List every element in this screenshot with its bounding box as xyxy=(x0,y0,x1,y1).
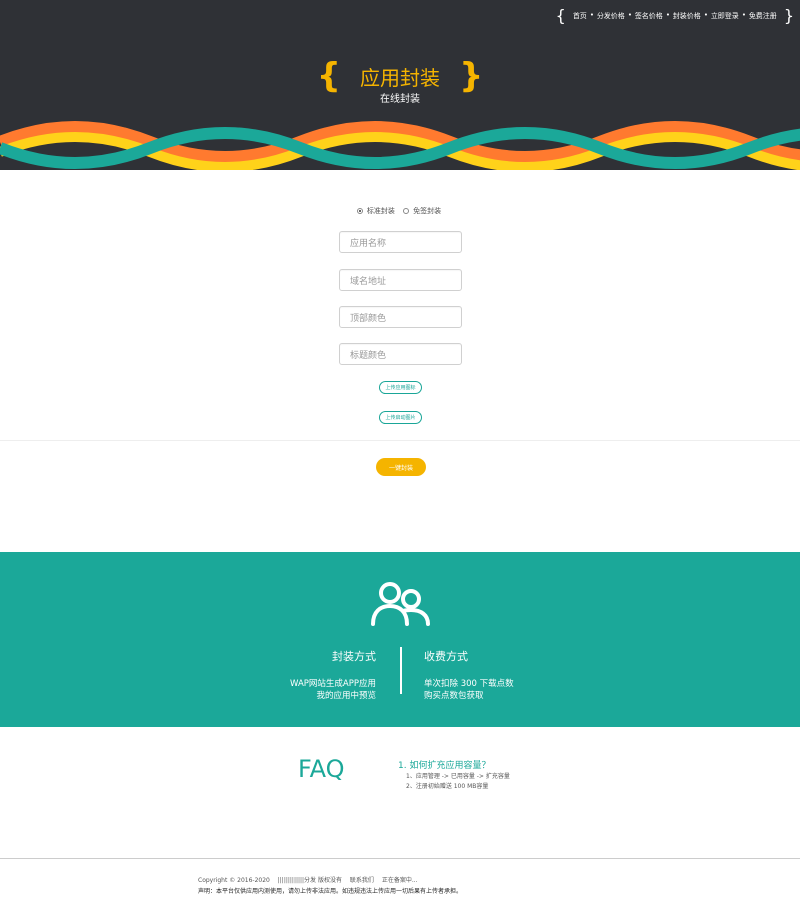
packaging-method-line: 我的应用中预览 xyxy=(316,691,376,701)
radio-checked-icon xyxy=(356,208,363,214)
radio-standard-label: 标准封装 xyxy=(366,207,395,215)
packaging-method-line: WAP网站生成APP应用 xyxy=(290,679,376,689)
page-title: 应用封装 xyxy=(360,65,440,90)
feature-divider xyxy=(400,647,402,694)
users-icon xyxy=(371,582,430,626)
nav-brace-right: } xyxy=(783,6,794,25)
faq-answer-line: 1、应用管理 -> 已用容量 -> 扩充容量 xyxy=(406,773,510,780)
top-nav: { 首页 分发价格 签名价格 封装价格 立即登录 免费注册 } xyxy=(556,8,794,24)
footer-divider xyxy=(0,858,800,859)
radio-no-sign[interactable]: 免签封装 xyxy=(403,206,443,216)
wave-ribbon-decoration xyxy=(0,121,800,170)
packaging-method-column: 封装方式 WAP网站生成APP应用 我的应用中预览 xyxy=(290,648,376,702)
nav-packaging-price[interactable]: 封装价格 xyxy=(666,11,704,21)
page: { 首页 分发价格 签名价格 封装价格 立即登录 免费注册 } { 应用封装 }… xyxy=(0,0,800,914)
billing-method-title: 收费方式 xyxy=(424,650,468,663)
billing-method-line: 单次扣除 300 下载点数 xyxy=(424,679,514,689)
nav-brace-left: { xyxy=(555,6,566,25)
icp-text: 正在备案中... xyxy=(381,877,418,884)
package-type-radio-group: 标准封装 免签封装 xyxy=(0,206,800,216)
page-subtitle: 在线封装 xyxy=(380,94,420,105)
nav-home[interactable]: 首页 xyxy=(570,11,590,21)
form-divider xyxy=(0,440,800,441)
brand-text: |||||||||||||分发 版权没有 xyxy=(277,877,342,884)
billing-method-column: 收费方式 单次扣除 300 下载点数 购买点数包获取 xyxy=(424,648,514,702)
upload-app-icon-button[interactable]: 上传应用图标 xyxy=(379,381,422,394)
radio-unchecked-icon xyxy=(403,208,410,214)
billing-method-line: 购买点数包获取 xyxy=(424,691,484,701)
domain-input[interactable]: 域名地址 xyxy=(339,269,462,291)
upload-splash-button[interactable]: 上传启动图片 xyxy=(379,411,422,424)
footer-notice: 声明：本平台仅供应用内测使用，请勿上传非法应用。如违规违法上传应用一切后果有上传… xyxy=(198,888,463,895)
package-submit-button[interactable]: 一键封装 xyxy=(376,458,426,476)
packaging-method-title: 封装方式 xyxy=(332,650,376,663)
hero-header: { 首页 分发价格 签名价格 封装价格 立即登录 免费注册 } { 应用封装 }… xyxy=(0,0,800,170)
faq-answer-line: 2、注册初始赠送 100 MB容量 xyxy=(406,783,489,790)
footer-copyright: Copyright © 2016-2020 |||||||||||||分发 版权… xyxy=(198,875,424,884)
radio-standard[interactable]: 标准封装 xyxy=(356,206,397,216)
nav-signature-price[interactable]: 签名价格 xyxy=(628,11,666,21)
nav-distribution-price[interactable]: 分发价格 xyxy=(590,11,628,21)
nav-login[interactable]: 立即登录 xyxy=(704,11,742,21)
top-color-input[interactable]: 顶部颜色 xyxy=(339,306,462,328)
feature-band: 封装方式 WAP网站生成APP应用 我的应用中预览 收费方式 单次扣除 300 … xyxy=(0,552,800,727)
radio-no-sign-label: 免签封装 xyxy=(413,207,442,215)
nav-register[interactable]: 免费注册 xyxy=(742,11,780,21)
app-name-input[interactable]: 应用名称 xyxy=(339,231,462,253)
copyright-text: Copyright © 2016-2020 xyxy=(198,877,270,884)
faq-heading: FAQ xyxy=(298,755,345,783)
faq-question: 1. 如何扩充应用容量？ xyxy=(398,761,491,771)
faq-answers: 1、应用管理 -> 已用容量 -> 扩充容量 2、注册初始赠送 100 MB容量 xyxy=(406,772,510,792)
title-color-input[interactable]: 标题颜色 xyxy=(339,343,462,365)
contact-link[interactable]: 联系我们 xyxy=(350,877,374,884)
